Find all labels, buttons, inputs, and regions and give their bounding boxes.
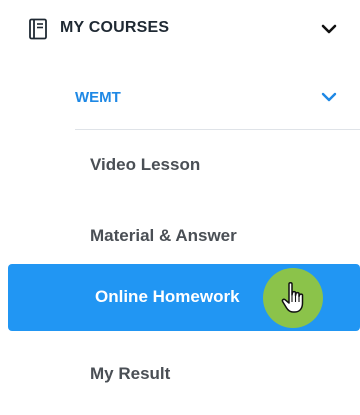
menu-item-my-result[interactable]: My Result — [90, 362, 170, 386]
divider — [75, 129, 360, 130]
chevron-down-icon[interactable] — [319, 19, 339, 39]
course-wemt-label: WEMT — [75, 89, 121, 106]
my-courses-header[interactable]: MY COURSES — [0, 0, 360, 56]
course-wemt[interactable]: WEMT — [0, 70, 360, 126]
hand-pointer-icon — [281, 281, 304, 313]
menu-item-video-lesson[interactable]: Video Lesson — [90, 153, 200, 177]
chevron-down-icon[interactable] — [319, 87, 339, 107]
menu-item-material-answer[interactable]: Material & Answer — [90, 224, 237, 248]
menu-item-online-homework-label: Online Homework — [95, 287, 240, 306]
book-icon — [29, 18, 47, 40]
my-courses-label: MY COURSES — [60, 19, 170, 36]
